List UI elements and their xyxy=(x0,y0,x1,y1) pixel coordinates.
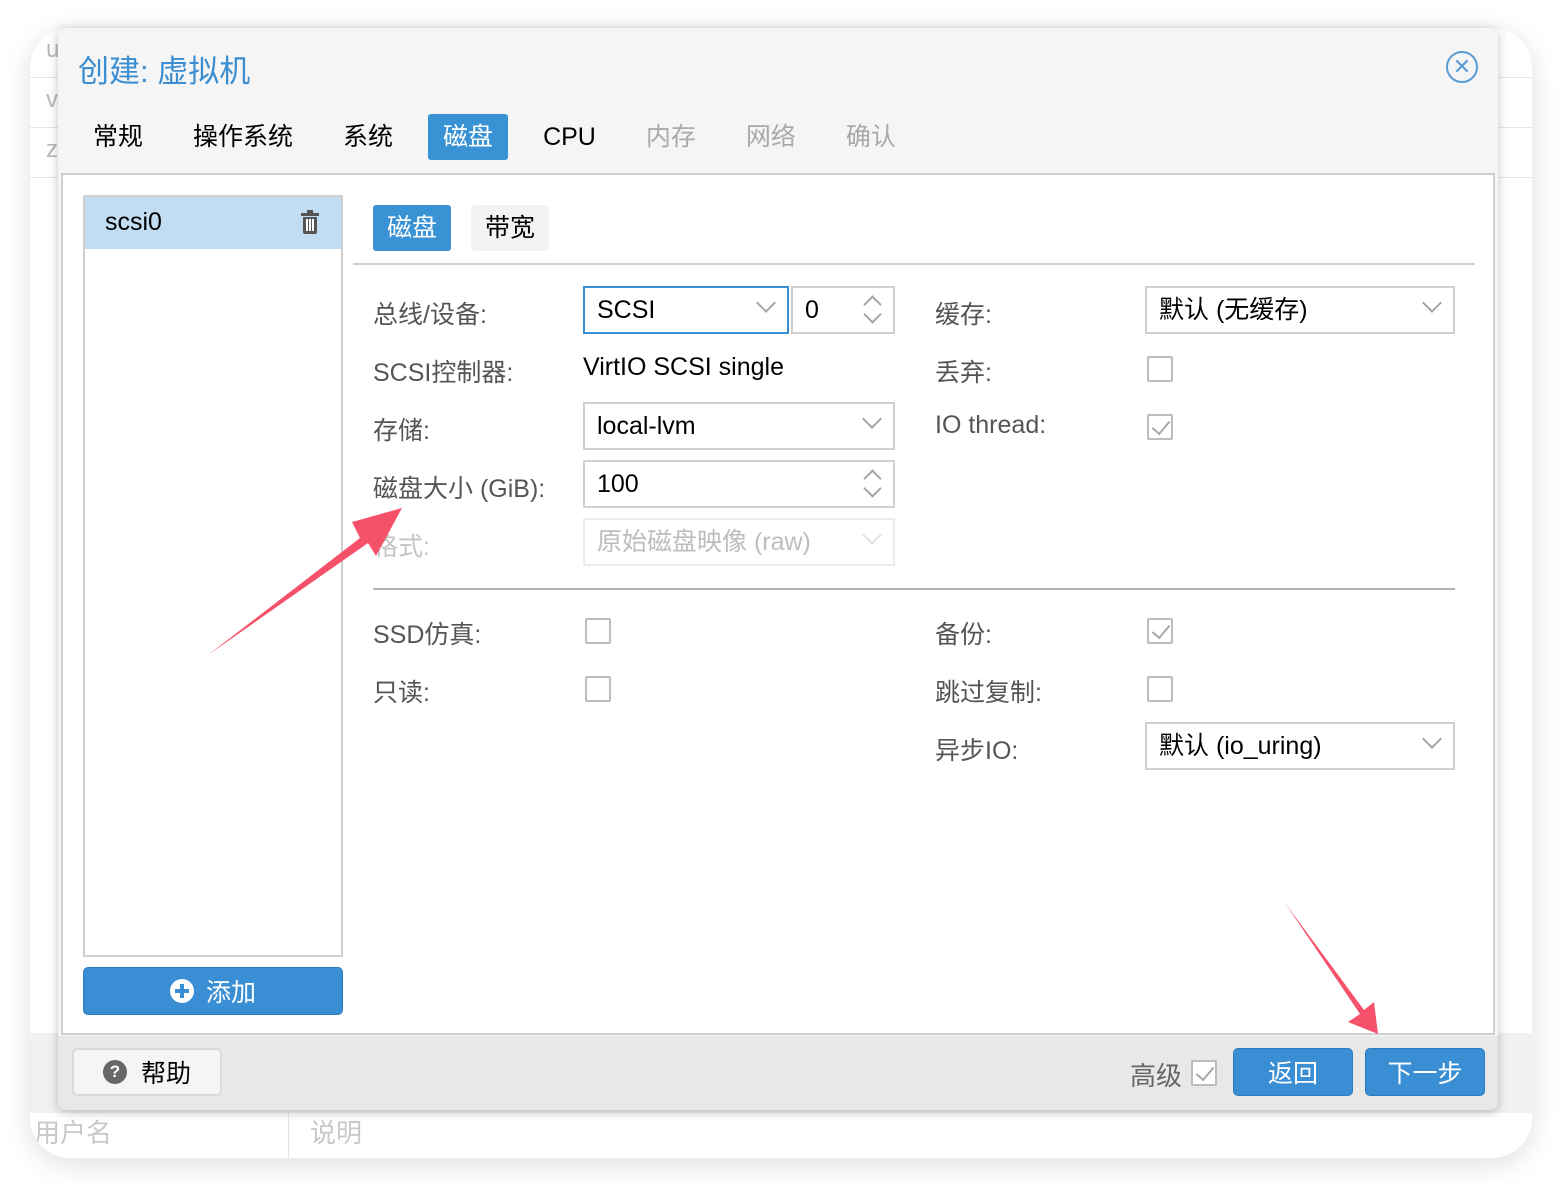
tab-general[interactable]: 常规 xyxy=(78,114,158,160)
backup-checkbox[interactable] xyxy=(1147,618,1173,644)
format-select: 原始磁盘映像 (raw) xyxy=(583,518,895,566)
bus-device-label: 总线/设备: xyxy=(373,301,487,329)
subtab-divider xyxy=(353,263,1475,265)
scsi-controller-label: SCSI控制器: xyxy=(373,359,514,387)
read-only-label: 只读: xyxy=(373,679,430,707)
dialog-title: 创建: 虚拟机 xyxy=(78,54,251,89)
tab-confirm: 确认 xyxy=(845,123,896,151)
disk-panel: scsi0 添加 磁盘 带宽 总线/设备: SCSI 0 SCSI控制器: Vi… xyxy=(61,173,1495,1035)
chevron-down-icon xyxy=(862,525,882,545)
advanced-label: 高级 xyxy=(1130,1061,1183,1091)
backup-label: 备份: xyxy=(935,621,992,649)
cache-select[interactable]: 默认 (无缓存) xyxy=(1145,286,1455,334)
read-only-checkbox[interactable] xyxy=(585,676,611,702)
next-button[interactable]: 下一步 xyxy=(1365,1048,1485,1096)
disk-subtabs: 磁盘 带宽 xyxy=(373,205,550,251)
tab-os[interactable]: 操作系统 xyxy=(178,114,308,160)
subtab-bandwidth[interactable]: 带宽 xyxy=(471,205,550,251)
skip-replication-checkbox[interactable] xyxy=(1147,676,1173,702)
discard-label: 丢弃: xyxy=(935,359,992,387)
create-vm-dialog: 创建: 虚拟机 ✕ 常规 操作系统 系统 磁盘 CPU 内存 网络 确认 scs… xyxy=(58,28,1498,1110)
scsi-controller-value: VirtIO SCSI single xyxy=(583,353,785,381)
tab-disks[interactable]: 磁盘 xyxy=(428,114,509,160)
device-number-spinner[interactable]: 0 xyxy=(791,286,895,334)
close-button[interactable]: ✕ xyxy=(1446,51,1478,83)
tab-network: 网络 xyxy=(745,123,796,151)
spinner-arrows-icon[interactable] xyxy=(863,466,881,502)
dialog-footer: ? 帮助 高级 返回 下一步 xyxy=(58,1036,1498,1110)
storage-select[interactable]: local-lvm xyxy=(583,402,895,450)
subtab-disk[interactable]: 磁盘 xyxy=(373,205,452,251)
discard-checkbox[interactable] xyxy=(1147,356,1173,382)
add-disk-button[interactable]: 添加 xyxy=(83,967,343,1015)
format-label: 格式: xyxy=(373,533,430,561)
disk-list-item[interactable]: scsi0 xyxy=(85,197,341,249)
storage-label: 存储: xyxy=(373,417,430,445)
section-divider xyxy=(373,588,1455,590)
cache-label: 缓存: xyxy=(935,301,992,329)
tab-memory: 内存 xyxy=(645,123,696,151)
disk-size-label: 磁盘大小 (GiB): xyxy=(373,475,546,503)
disk-list: scsi0 xyxy=(83,195,343,957)
spinner-arrows-icon[interactable] xyxy=(863,292,881,328)
disk-name: scsi0 xyxy=(105,208,162,236)
ssd-emulation-checkbox[interactable] xyxy=(585,618,611,644)
skip-replication-label: 跳过复制: xyxy=(935,679,1042,707)
disk-size-input[interactable]: 100 xyxy=(583,460,895,508)
column-header-description: 说明 xyxy=(310,1118,363,1148)
background-table-header: 用户名 说明 xyxy=(30,1113,1532,1158)
io-thread-label: IO thread: xyxy=(935,411,1047,439)
back-button[interactable]: 返回 xyxy=(1233,1048,1353,1096)
plus-circle-icon xyxy=(169,979,194,1003)
column-header-username: 用户名 xyxy=(34,1118,113,1148)
async-io-select[interactable]: 默认 (io_uring) xyxy=(1145,722,1455,770)
close-icon: ✕ xyxy=(1452,54,1472,79)
tab-system[interactable]: 系统 xyxy=(328,114,408,160)
help-button[interactable]: ? 帮助 xyxy=(72,1048,222,1096)
chevron-down-icon xyxy=(1422,729,1442,749)
chevron-down-icon xyxy=(862,409,882,429)
chevron-down-icon xyxy=(756,293,776,313)
io-thread-checkbox[interactable] xyxy=(1147,414,1173,440)
chevron-down-icon xyxy=(1422,293,1442,313)
bus-select[interactable]: SCSI xyxy=(583,286,789,334)
async-io-label: 异步IO: xyxy=(935,737,1019,765)
ssd-emulation-label: SSD仿真: xyxy=(373,621,482,649)
wizard-tabs: 常规 操作系统 系统 磁盘 CPU 内存 网络 确认 xyxy=(78,114,931,160)
trash-icon[interactable] xyxy=(300,210,320,234)
help-icon: ? xyxy=(102,1060,127,1084)
column-divider xyxy=(288,1113,289,1158)
advanced-checkbox[interactable] xyxy=(1191,1060,1217,1086)
tab-cpu[interactable]: CPU xyxy=(528,114,611,160)
